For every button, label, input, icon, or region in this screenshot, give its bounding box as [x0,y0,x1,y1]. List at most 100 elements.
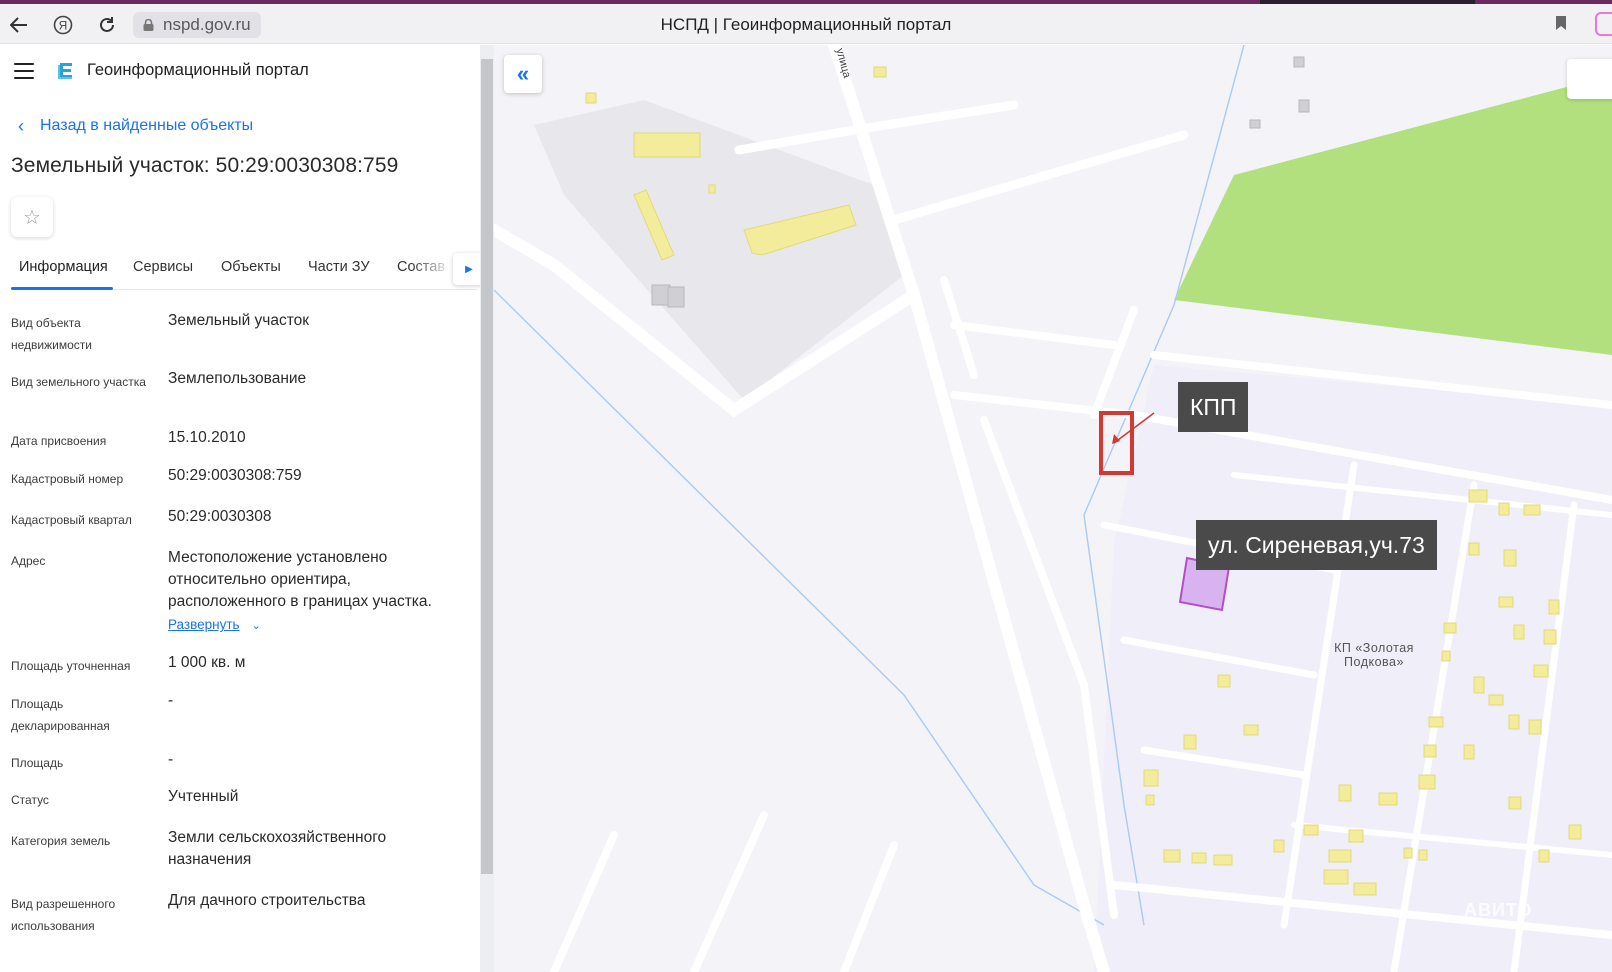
building [1323,869,1349,885]
tabs-scroll-right-icon[interactable]: ▶ [453,253,480,285]
tab-objects[interactable]: Объекты [221,259,281,275]
building [1443,622,1457,634]
prop-label: Категория земель [11,834,111,848]
collapse-panel-button[interactable]: « [504,55,542,93]
back-link-label: Назад в найденные объекты [40,117,254,134]
building [1428,716,1444,728]
prop-label: Адрес [11,554,46,568]
expand-address-link[interactable]: Развернуть ⌄ [168,617,261,632]
building [1378,792,1398,806]
tab-services[interactable]: Сервисы [133,259,193,275]
prop-value: 50:29:0030308:759 [168,467,302,484]
tab-info[interactable]: Информация [19,259,108,275]
building [1488,694,1504,706]
kpp-label: КПП [1178,382,1249,432]
prop-value: - [168,692,174,709]
forest-area [1174,75,1612,355]
building [1328,849,1352,863]
star-icon: ☆ [23,206,41,229]
building [1298,99,1310,113]
building [1543,629,1557,645]
building [1338,784,1352,802]
prop-value: Земли сельскохозяйственного назначения [168,829,387,868]
building [1217,674,1231,688]
building [1498,502,1510,516]
building [1418,774,1436,790]
app-title: Геоинформационный портал [87,61,309,79]
prop-label: Кадастровый номер [11,472,124,486]
building [1145,794,1155,806]
double-chevron-left-icon: « [516,61,530,86]
tab-parts[interactable]: Части ЗУ [308,259,370,275]
building [1143,769,1159,787]
prop-label: Площадь уточненная [11,659,131,673]
building [1468,489,1488,503]
building [1513,624,1525,640]
settlement-label: КП «Золотая Подкова» [1334,641,1414,669]
building [651,284,671,306]
building [1403,847,1413,859]
map-canvas[interactable] [494,45,1612,972]
scrollbar-thumb[interactable] [481,59,493,874]
prop-value: Для дачного строительства [168,892,366,909]
building [633,132,701,158]
object-title: Земельный участок: 50:29:0030308:759 [11,154,399,177]
building [1243,724,1259,736]
building [1353,882,1377,896]
favorite-button[interactable]: ☆ [11,197,53,237]
back-to-results-link[interactable]: ‹ Назад в найденные объекты [18,117,253,135]
watermark: АВИТО [1464,900,1533,920]
industrial-area [534,100,904,400]
object-info-panel: Геоинформационный портал ‹ Назад в найде… [0,45,480,972]
building [1523,504,1541,516]
building [1303,824,1319,836]
map-view[interactable]: улица « КПП ул. Сиреневая,уч.73 КП «Золо… [494,45,1612,972]
building [1441,650,1451,662]
active-tab-indicator [11,287,113,290]
building [667,286,685,308]
building [585,92,597,104]
prop-value: 50:29:0030308 [168,508,272,525]
bookmark-icon[interactable] [1555,15,1567,36]
prop-value: 15.10.2010 [168,429,246,446]
building [1213,854,1233,866]
app-header: Геоинформационный портал [0,45,480,95]
sidebar-scrollbar[interactable] [480,45,494,972]
building [1191,852,1207,864]
building [873,66,887,78]
building [708,184,716,194]
chevron-down-icon: ⌄ [251,620,261,632]
prop-value: Земельный участок [168,312,310,329]
building [1273,839,1285,853]
browser-toolbar: Я nspd.gov.ru НСПД | Геоинформационный п… [0,4,1612,44]
prop-value: Землепользование [168,370,307,387]
building [1548,599,1560,615]
building [1508,714,1520,730]
building [1468,542,1480,556]
building [1503,549,1517,567]
building [1568,824,1582,840]
browser-page-title: НСПД | Геоинформационный портал [660,15,952,34]
building [1508,796,1522,810]
prop-label: Площадь [11,756,64,770]
building [1418,849,1428,861]
prop-value: - [168,751,174,768]
chevron-left-icon: ‹ [18,116,24,136]
building [1473,676,1485,694]
building [1293,56,1305,68]
prop-label: Вид объекта недвижимости [11,316,92,352]
prop-value: Учтенный [168,788,239,805]
prop-label: Вид земельного участка [11,375,146,389]
building [1183,734,1197,750]
info-tabs: Информация Сервисы Объекты Части ЗУ Сост… [11,248,480,290]
menu-icon[interactable] [14,63,34,79]
building [1533,664,1549,678]
plot-label: ул. Сиреневая,уч.73 [1196,520,1437,570]
building [1423,744,1437,758]
portal-logo-icon [58,63,72,79]
map-control-button[interactable] [1567,59,1612,99]
building [1249,119,1261,129]
extension-icon[interactable] [1595,12,1612,36]
prop-value: 1 000 кв. м [168,654,246,671]
address-value: Местоположение установлено относительно … [168,549,432,610]
